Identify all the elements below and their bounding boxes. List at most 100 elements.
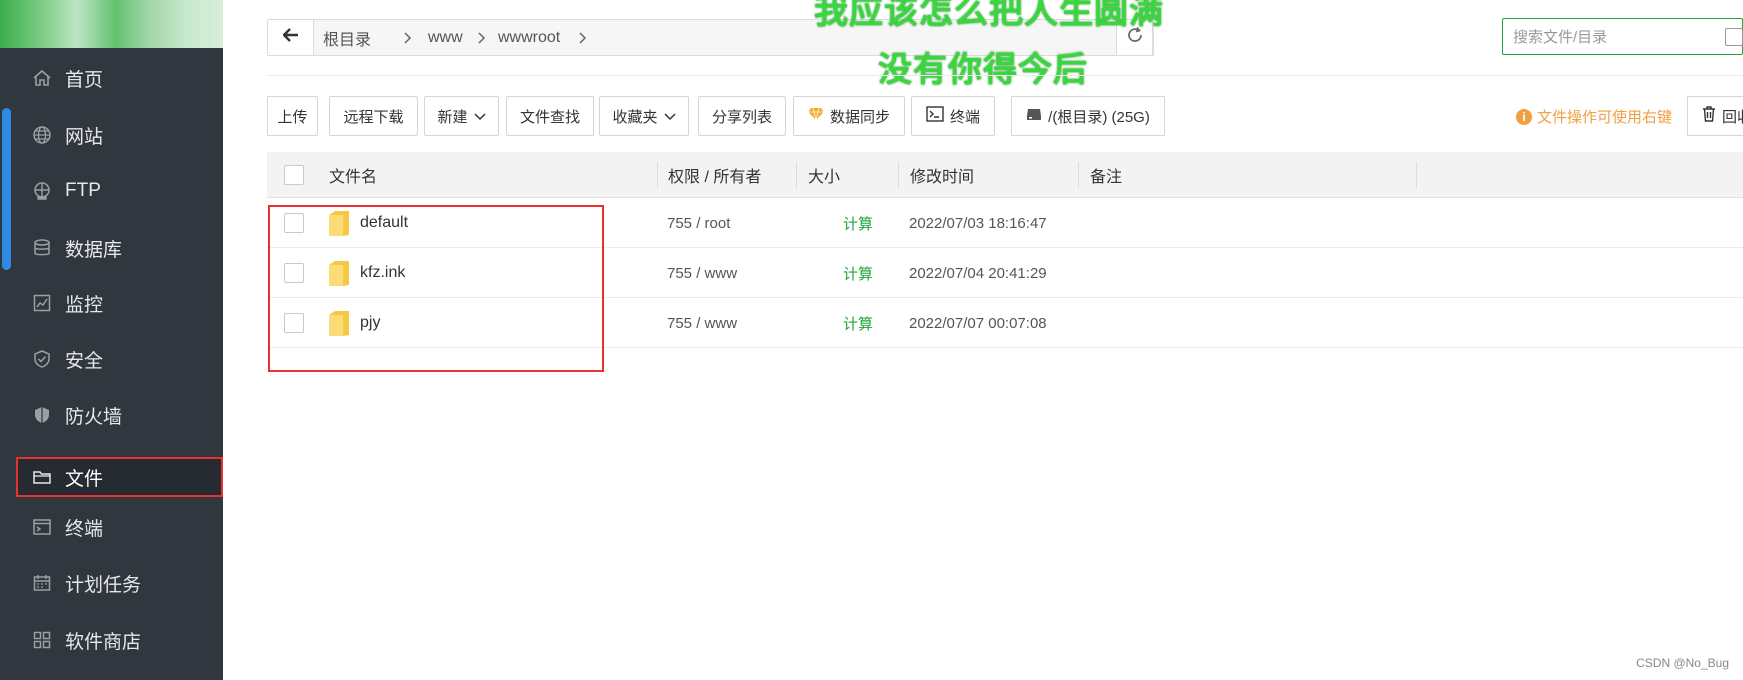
data-sync-button[interactable]: 数据同步 <box>793 96 905 136</box>
chevron-down-icon <box>663 108 676 125</box>
col-modified[interactable]: 修改时间 <box>910 152 974 198</box>
file-size-calc[interactable]: 计算 <box>843 248 873 298</box>
breadcrumb-root[interactable]: 根目录 <box>323 20 371 55</box>
sidebar-item-firewall[interactable]: 防火墙 <box>0 390 223 440</box>
back-button[interactable] <box>268 20 314 55</box>
search-checkbox[interactable] <box>1725 28 1743 46</box>
upload-button[interactable]: 上传 <box>267 96 318 136</box>
chevron-right-icon <box>404 20 412 55</box>
sidebar-item-label: 软件商店 <box>65 631 142 653</box>
firewall-icon <box>31 404 53 426</box>
tip-label: 文件操作可使用右键 <box>1537 109 1673 126</box>
file-modified: 2022/07/04 20:41:29 <box>909 264 1047 282</box>
watermark: CSDN @No_Bug <box>1636 656 1729 670</box>
column-divider[interactable] <box>657 162 658 188</box>
breadcrumb-www[interactable]: www <box>428 20 463 55</box>
terminal-icon <box>926 106 944 126</box>
sidebar-item-label: 首页 <box>65 69 104 91</box>
sidebar-item-label: 防火墙 <box>65 406 123 428</box>
trash-icon <box>1702 106 1716 126</box>
data-sync-label: 数据同步 <box>829 108 890 126</box>
col-size[interactable]: 大小 <box>808 152 840 198</box>
recycle-label: 回收站 <box>1722 108 1743 126</box>
sidebar-item-ftp[interactable]: FTP <box>0 166 223 216</box>
apps-icon <box>31 629 53 651</box>
sidebar-item-database[interactable]: 数据库 <box>0 223 223 273</box>
file-permission[interactable]: 755 / root <box>667 198 730 248</box>
sidebar: 首页 网站 FTP 数据库 监控 安全 防火墙 文件 终端 计划任务 软件商店 <box>0 0 223 680</box>
home-icon <box>31 67 53 89</box>
info-icon: i <box>1516 108 1532 125</box>
sidebar-item-monitor[interactable]: 监控 <box>0 278 223 328</box>
favorites-button[interactable]: 收藏夹 <box>599 96 689 136</box>
arrow-left-icon <box>281 28 299 47</box>
col-note[interactable]: 备注 <box>1090 152 1122 198</box>
sidebar-item-label: 数据库 <box>65 239 123 261</box>
col-name[interactable]: 文件名 <box>329 152 377 198</box>
file-search-button[interactable]: 文件查找 <box>506 96 594 136</box>
chevron-down-icon <box>473 108 486 125</box>
sidebar-item-label: 监控 <box>65 294 104 316</box>
file-table-header: 文件名 权限 / 所有者 大小 修改时间 备注 <box>267 152 1743 198</box>
chevron-right-icon <box>478 20 486 55</box>
diamond-icon <box>808 107 824 125</box>
file-size-calc[interactable]: 计算 <box>843 298 873 348</box>
calendar-icon <box>31 572 53 594</box>
select-all-checkbox[interactable] <box>284 165 304 185</box>
column-divider[interactable] <box>796 162 797 188</box>
file-permission[interactable]: 755 / www <box>667 248 737 298</box>
app-window: 首页 网站 FTP 数据库 监控 安全 防火墙 文件 终端 计划任务 软件商店 … <box>0 0 1743 680</box>
sidebar-item-home[interactable]: 首页 <box>0 53 223 103</box>
search-field[interactable] <box>1502 18 1743 55</box>
column-divider[interactable] <box>1416 162 1417 188</box>
col-permission[interactable]: 权限 / 所有者 <box>668 152 761 198</box>
breadcrumb-wwwroot[interactable]: wwwroot <box>498 20 560 55</box>
sidebar-item-terminal[interactable]: 终端 <box>0 502 223 552</box>
chevron-right-icon <box>579 20 587 55</box>
terminal-label: 终端 <box>949 108 980 126</box>
column-divider[interactable] <box>1078 162 1079 188</box>
disk-button[interactable]: /(根目录) (25G) <box>1011 96 1165 136</box>
share-list-button[interactable]: 分享列表 <box>698 96 786 136</box>
terminal-button[interactable]: 终端 <box>911 96 995 136</box>
remote-download-label: 远程下载 <box>343 108 404 126</box>
folder-icon <box>31 466 53 488</box>
disk-label: /(根目录) (25G) <box>1048 108 1150 126</box>
right-click-tip: i 文件操作可使用右键 <box>1516 106 1672 127</box>
sidebar-item-label: 终端 <box>65 518 104 540</box>
new-button[interactable]: 新建 <box>424 96 499 136</box>
globe-icon <box>31 124 53 146</box>
sidebar-item-label: 网站 <box>65 126 104 148</box>
overlay-caption-line2: 没有你得今后 <box>878 51 1088 89</box>
shield-check-icon <box>31 348 53 370</box>
sidebar-item-website[interactable]: 网站 <box>0 110 223 160</box>
database-icon <box>31 237 53 259</box>
monitor-icon <box>31 292 53 314</box>
column-divider[interactable] <box>898 162 899 188</box>
upload-label: 上传 <box>277 108 308 126</box>
sidebar-item-label: 安全 <box>65 350 104 372</box>
sidebar-item-label: FTP <box>65 180 101 201</box>
file-modified: 2022/07/07 00:07:08 <box>909 314 1047 332</box>
remote-download-button[interactable]: 远程下载 <box>329 96 418 136</box>
file-search-label: 文件查找 <box>519 108 580 126</box>
sidebar-item-appstore[interactable]: 软件商店 <box>0 615 223 665</box>
sidebar-item-security[interactable]: 安全 <box>0 334 223 384</box>
sidebar-item-files[interactable]: 文件 <box>16 457 223 497</box>
ftp-icon <box>31 180 53 202</box>
annotation-highlight-box <box>268 205 604 372</box>
search-input[interactable] <box>1513 27 1713 47</box>
favorites-label: 收藏夹 <box>612 108 658 126</box>
file-modified: 2022/07/03 18:16:47 <box>909 214 1047 232</box>
file-size-calc[interactable]: 计算 <box>843 198 873 248</box>
sidebar-item-label: 计划任务 <box>65 574 142 596</box>
sidebar-logo-area <box>0 0 223 48</box>
file-permission[interactable]: 755 / www <box>667 298 737 348</box>
terminal-icon <box>31 516 53 538</box>
recycle-bin-button[interactable]: 回收站 <box>1687 96 1743 136</box>
sidebar-item-label: 文件 <box>65 468 104 490</box>
sidebar-item-cron[interactable]: 计划任务 <box>0 558 223 608</box>
overlay-caption-line1: 我应该怎么把人生圆满 <box>814 0 1164 31</box>
hdd-icon <box>1026 107 1042 125</box>
share-list-label: 分享列表 <box>711 108 772 126</box>
